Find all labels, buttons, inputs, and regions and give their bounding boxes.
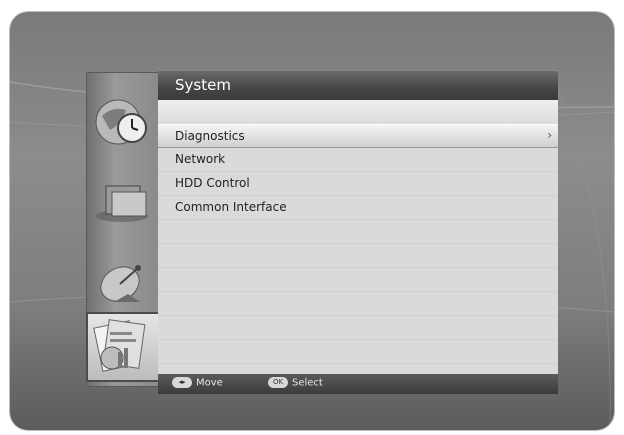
select-hint-label: Select [292,377,323,389]
key-hint-bar: ◂▸ Move OK Select [158,374,558,394]
menu-header-strip [158,100,558,125]
menu-category-rail [86,72,159,387]
menu-title-bar: System [158,70,558,101]
clock-globe-icon[interactable] [92,90,152,150]
menu-item-label: Diagnostics [175,129,245,143]
select-hint: OK Select [268,377,323,389]
menu-title: System [175,76,231,94]
move-hint-label: Move [196,377,223,389]
menu-item-label: HDD Control [175,176,250,190]
system-documents-icon[interactable] [86,312,158,382]
move-hint: ◂▸ Move [172,377,223,389]
menu-list: Diagnostics › Network HDD Control Common… [158,124,558,374]
left-right-key-icon: ◂▸ [172,377,192,388]
menu-item-common-interface[interactable]: Common Interface [158,196,558,220]
satellite-dish-icon[interactable] [92,250,152,310]
tv-screen: System Diagnostics › Network HDD Control… [10,12,614,430]
menu-item-diagnostics[interactable]: Diagnostics › [158,124,558,148]
menu-item-network[interactable]: Network [158,148,558,172]
folder-icon[interactable] [92,170,152,230]
chevron-right-icon: › [547,128,552,142]
ok-key-icon: OK [268,377,288,388]
menu-item-label: Network [175,152,226,166]
system-menu-panel: System Diagnostics › Network HDD Control… [158,70,558,394]
menu-item-hdd-control[interactable]: HDD Control [158,172,558,196]
menu-item-label: Common Interface [175,200,287,214]
